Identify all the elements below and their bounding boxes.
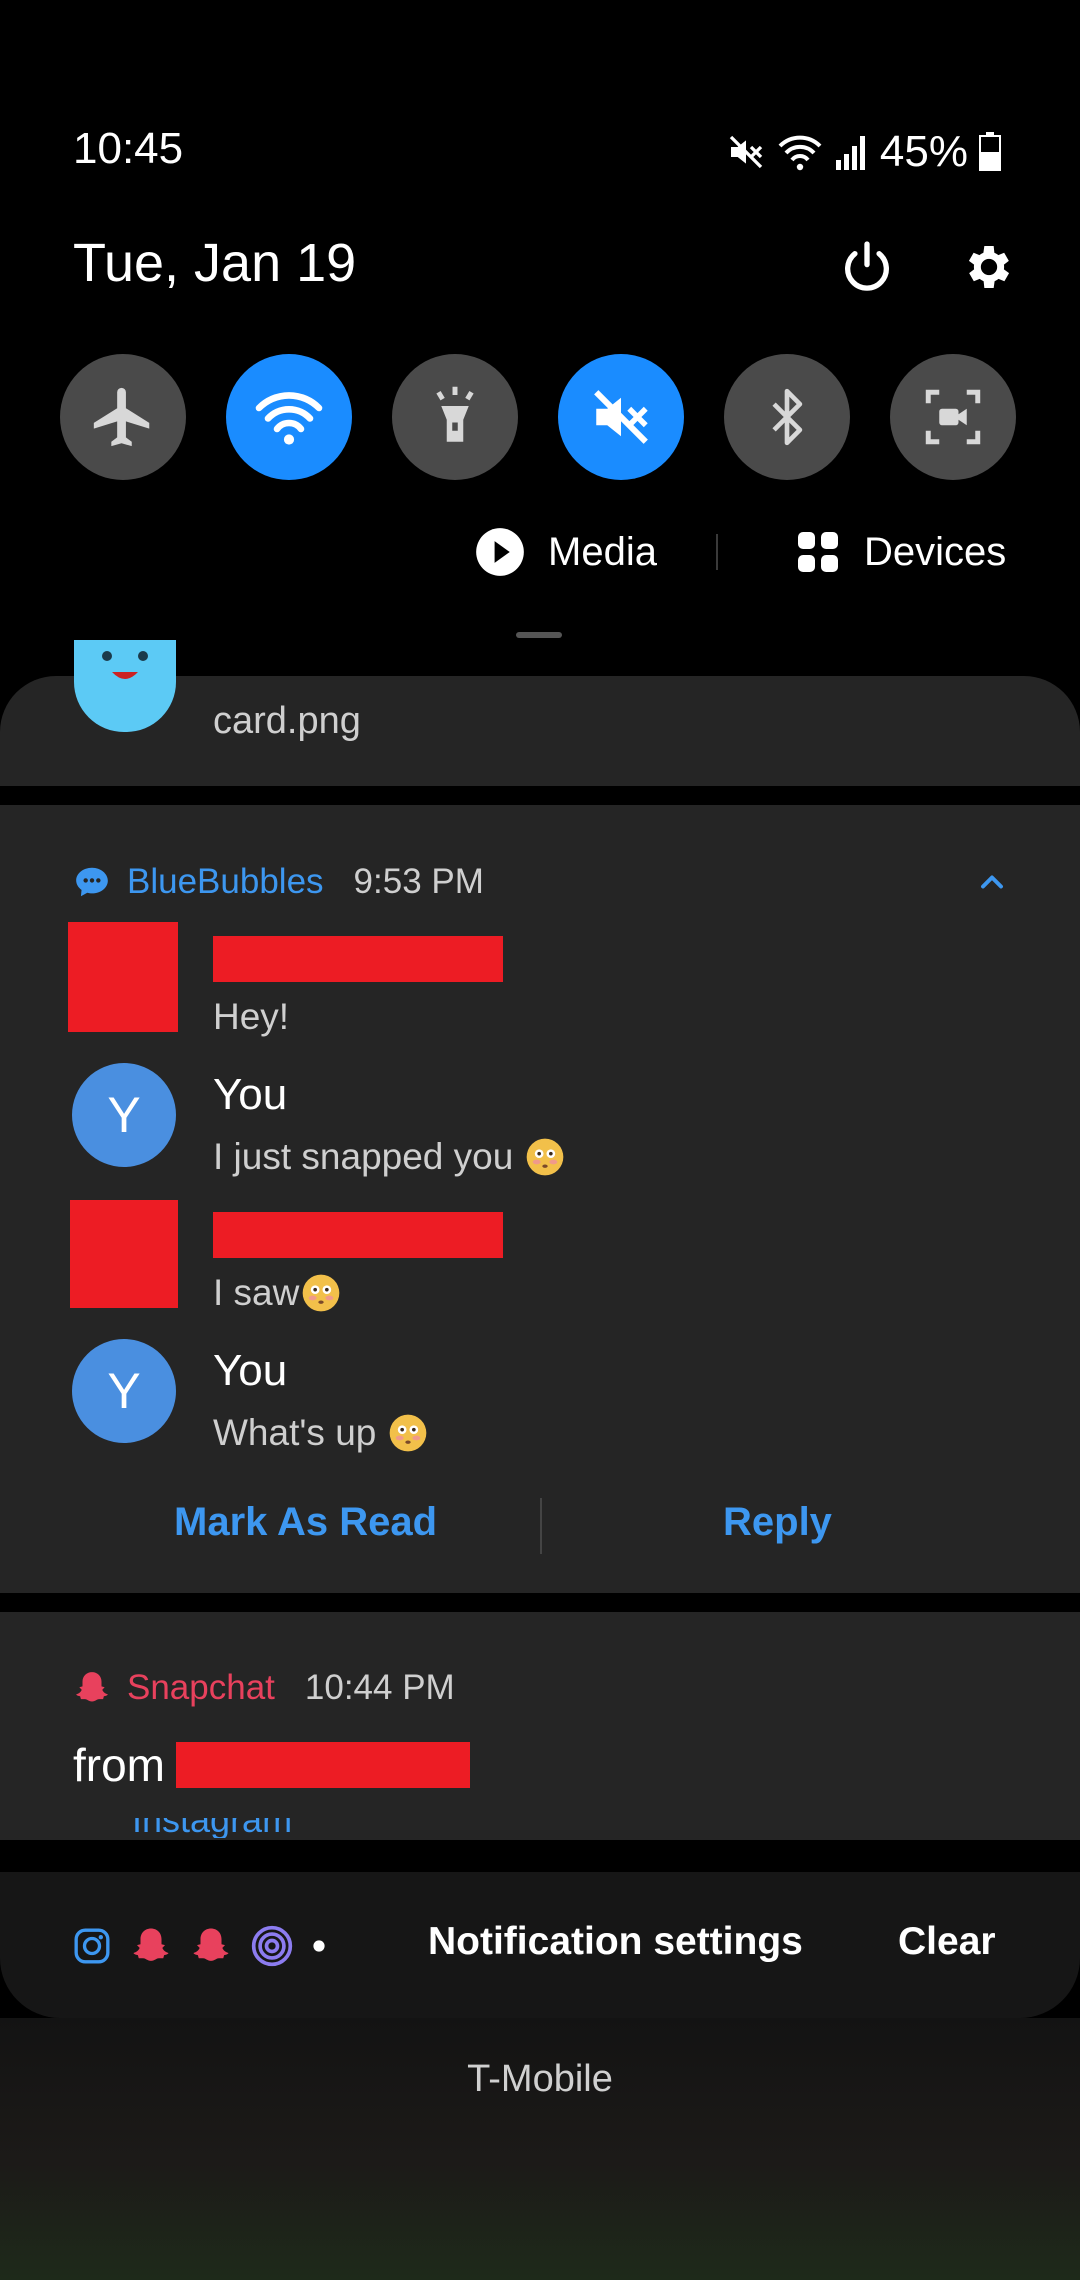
quick-settings-row bbox=[60, 354, 1016, 480]
redacted-sender bbox=[213, 1212, 503, 1258]
media-devices-divider bbox=[716, 534, 718, 570]
mute-icon bbox=[594, 390, 648, 444]
airplane-icon bbox=[93, 387, 150, 447]
status-time: 10:45 bbox=[73, 124, 184, 173]
gear-icon bbox=[968, 246, 1010, 288]
snapchat-icon bbox=[133, 1928, 169, 1961]
snapchat-header: Snapchat 10:44 PM bbox=[73, 1664, 455, 1712]
notification-card-snapchat[interactable] bbox=[0, 1612, 1080, 1840]
chevron-up-icon bbox=[981, 875, 1003, 889]
message-body: I just snapped you bbox=[213, 1136, 514, 1177]
redacted-avatar bbox=[70, 1200, 178, 1308]
message-body: I saw bbox=[213, 1272, 300, 1313]
media-button[interactable]: Media bbox=[474, 522, 657, 582]
snapchat-message: from bbox=[73, 1739, 165, 1791]
reply-button[interactable]: Reply bbox=[723, 1500, 832, 1545]
media-label: Media bbox=[548, 529, 657, 574]
wifi-icon bbox=[255, 392, 323, 445]
chat-bubble-icon bbox=[76, 867, 108, 897]
message-body: What's up bbox=[213, 1412, 377, 1453]
battery-percent: 45% bbox=[879, 127, 968, 176]
flushed-emoji-icon bbox=[390, 1414, 427, 1452]
message-text: I just snapped you bbox=[213, 1136, 565, 1178]
message-text: I saw bbox=[213, 1272, 341, 1314]
redacted-sender bbox=[176, 1742, 470, 1788]
actions-divider bbox=[540, 1498, 542, 1554]
date-label: Tue, Jan 19 bbox=[73, 233, 357, 293]
redacted-avatar bbox=[68, 922, 178, 1032]
carrier-label: T-Mobile bbox=[467, 2058, 613, 2100]
collapse-button[interactable] bbox=[974, 864, 1010, 900]
flushed-emoji-icon bbox=[303, 1274, 340, 1312]
message-text: Hey! bbox=[213, 996, 289, 1038]
bluetooth-icon bbox=[772, 388, 803, 446]
instagram-peek: Instagram bbox=[132, 1818, 292, 1838]
app-name: BlueBubbles bbox=[127, 862, 324, 901]
settings-button[interactable] bbox=[954, 232, 1024, 302]
threads-icon bbox=[251, 1925, 293, 1967]
panel-handle[interactable] bbox=[516, 632, 562, 638]
battery-icon bbox=[979, 132, 1001, 171]
bluetooth-toggle[interactable] bbox=[724, 354, 850, 480]
more-dot-icon bbox=[313, 1940, 325, 1952]
play-icon bbox=[476, 528, 524, 576]
mute-icon bbox=[729, 135, 763, 169]
power-icon bbox=[845, 241, 889, 291]
redacted-sender bbox=[213, 936, 503, 982]
attachment-name: card.png bbox=[213, 700, 361, 742]
message-sender: You bbox=[213, 1346, 288, 1395]
notification-time: 10:44 PM bbox=[304, 1668, 455, 1707]
screen-recorder-toggle[interactable] bbox=[890, 354, 1016, 480]
mark-as-read-button[interactable]: Mark As Read bbox=[174, 1500, 437, 1545]
signal-icon bbox=[835, 136, 865, 170]
mute-toggle[interactable] bbox=[558, 354, 684, 480]
devices-label: Devices bbox=[864, 529, 1007, 574]
power-button[interactable] bbox=[832, 232, 902, 302]
notification-app-icons[interactable] bbox=[72, 1922, 326, 1970]
snapchat-icon bbox=[193, 1928, 229, 1961]
avatar: Y bbox=[72, 1063, 176, 1167]
screen-record-icon bbox=[925, 389, 981, 445]
devices-icon bbox=[798, 532, 838, 572]
app-name: Snapchat bbox=[127, 1668, 275, 1707]
notification-settings-button[interactable]: Notification settings bbox=[428, 1920, 803, 1964]
bluebubbles-header: BlueBubbles 9:53 PM bbox=[73, 858, 484, 906]
message-body: Hey! bbox=[213, 996, 290, 1037]
flashlight-toggle[interactable] bbox=[392, 354, 518, 480]
devices-button[interactable]: Devices bbox=[794, 522, 1006, 582]
notification-time: 9:53 PM bbox=[353, 862, 484, 901]
wifi-toggle[interactable] bbox=[226, 354, 352, 480]
status-icons: 45% bbox=[726, 124, 1002, 180]
flashlight-icon bbox=[436, 386, 474, 442]
message-sender: You bbox=[213, 1070, 288, 1119]
flushed-emoji-icon bbox=[526, 1138, 564, 1176]
airplane-mode-toggle[interactable] bbox=[60, 354, 186, 480]
instagram-icon bbox=[74, 1928, 110, 1964]
clear-button[interactable]: Clear bbox=[898, 1920, 996, 1964]
snapchat-icon bbox=[76, 1672, 108, 1702]
avatar: Y bbox=[72, 1339, 176, 1443]
wifi-icon bbox=[778, 135, 822, 171]
message-text: What's up bbox=[213, 1412, 428, 1454]
